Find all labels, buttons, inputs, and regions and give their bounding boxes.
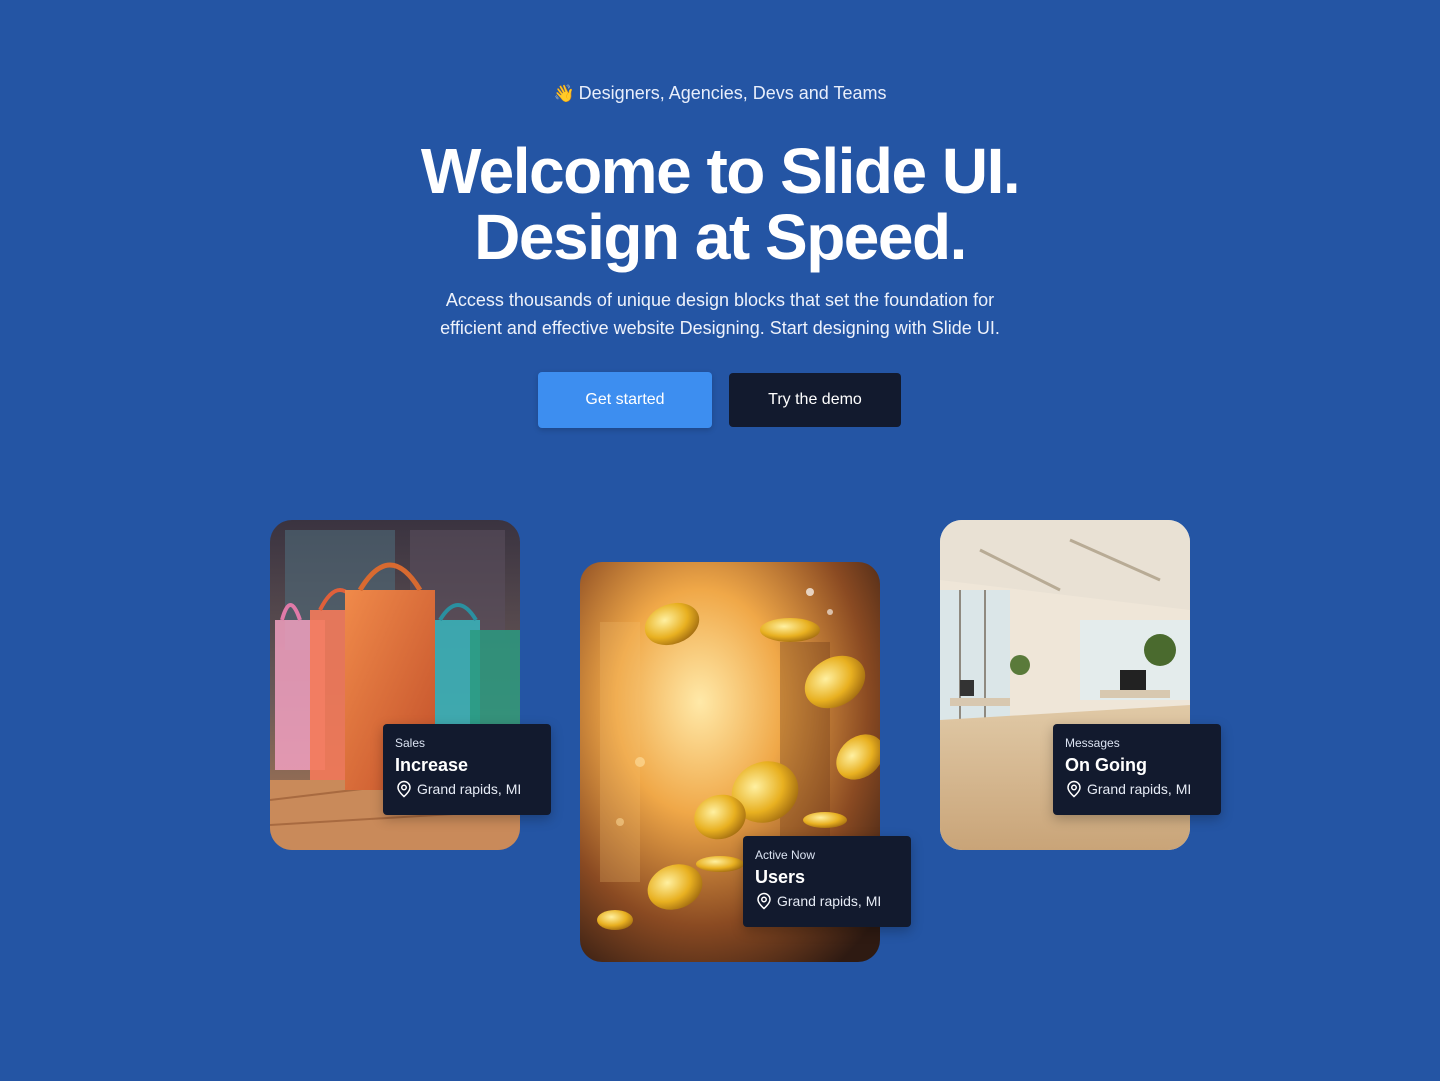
subtitle-line-2: efficient and effective website Designin… xyxy=(440,318,1000,338)
card-label: Active Now xyxy=(755,848,816,862)
card-location: Grand rapids, MI xyxy=(755,892,899,910)
card-label: Messages xyxy=(1065,736,1120,750)
card-location: Grand rapids, MI xyxy=(1065,780,1209,798)
waving-hand-icon: 👋 xyxy=(553,83,575,103)
try-demo-button[interactable]: Try the demo xyxy=(729,373,901,427)
subtitle-line-1: Access thousands of unique design blocks… xyxy=(445,290,995,310)
card-location-text: Grand rapids, MI xyxy=(1087,781,1192,797)
card-value: Increase xyxy=(395,755,469,775)
active-now-card: Active Now Users Grand rapids, MI xyxy=(743,836,911,927)
messages-card: Messages On Going Grand rapids, MI xyxy=(1053,724,1221,815)
headline-line-2: Design at Speed. xyxy=(474,201,967,273)
sales-card: Sales Increase Grand rapids, MI xyxy=(383,724,551,815)
hero-subtitle: Access thousands of unique design blocks… xyxy=(0,286,1440,342)
card-value: Users xyxy=(755,867,806,887)
map-pin-icon xyxy=(1067,780,1081,798)
card-location-text: Grand rapids, MI xyxy=(777,893,882,909)
map-pin-icon xyxy=(757,892,771,910)
card-location: Grand rapids, MI xyxy=(395,780,539,798)
get-started-button[interactable]: Get started xyxy=(538,372,712,428)
hero-eyebrow: 👋 Designers, Agencies, Devs and Teams xyxy=(0,83,1440,104)
card-value: On Going xyxy=(1065,755,1147,775)
hero-headline: Welcome to Slide UI. Design at Speed. xyxy=(0,138,1440,270)
card-location-text: Grand rapids, MI xyxy=(417,781,522,797)
map-pin-icon xyxy=(397,780,411,798)
headline-line-1: Welcome to Slide UI. xyxy=(420,135,1021,207)
card-label: Sales xyxy=(395,736,426,750)
hero-eyebrow-text: Designers, Agencies, Devs and Teams xyxy=(578,83,887,103)
